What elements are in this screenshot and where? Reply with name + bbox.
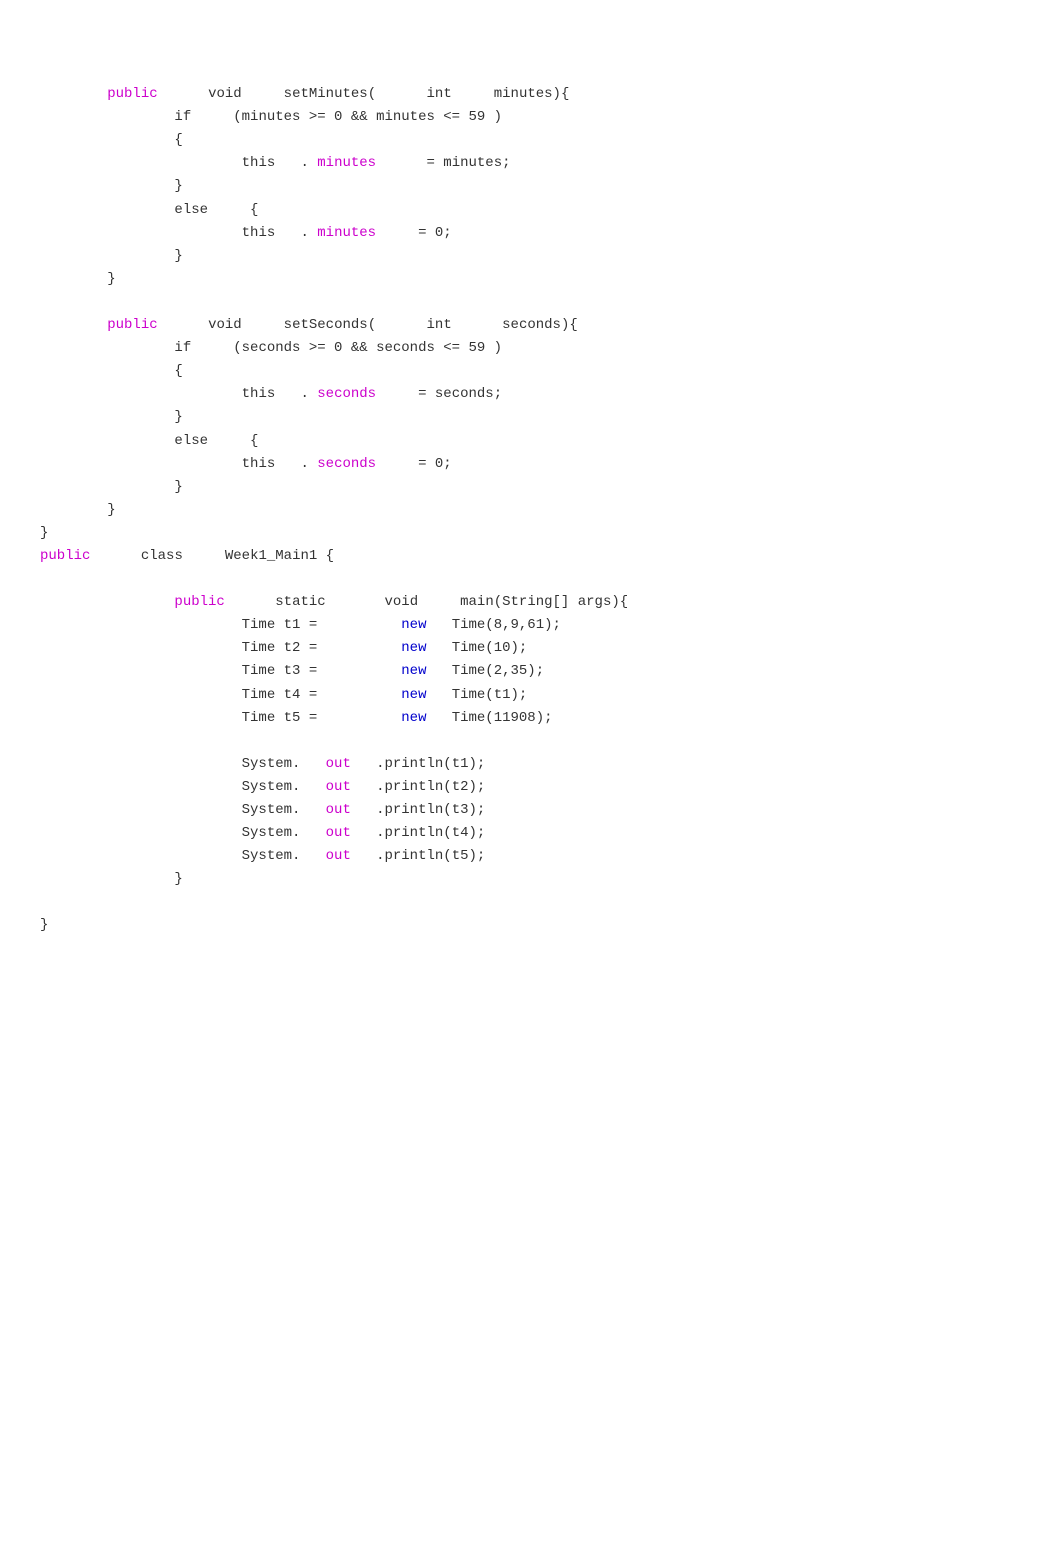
field-seconds-2: seconds (317, 456, 376, 472)
code-block: public void setMinutes( int minutes){ if… (40, 60, 1022, 938)
keyword-public-1: public (107, 86, 157, 102)
keyword-out-1: out (326, 756, 351, 772)
keyword-new-2: new (401, 640, 426, 656)
keyword-else-2: else (174, 433, 208, 449)
keyword-out-2: out (326, 779, 351, 795)
keyword-public-3: public (40, 548, 90, 564)
field-minutes-2: minutes (317, 225, 376, 241)
keyword-this-4: this (242, 456, 276, 472)
keyword-new-3: new (401, 663, 426, 679)
keyword-public-4: public (174, 594, 224, 610)
keyword-else-1: else (174, 202, 208, 218)
keyword-int-1: int (427, 86, 452, 102)
keyword-void-1: void (208, 86, 242, 102)
keyword-out-4: out (326, 825, 351, 841)
keyword-if-2: if (174, 340, 191, 356)
keyword-this-2: this (242, 225, 276, 241)
keyword-this-3: this (242, 386, 276, 402)
field-minutes-1: minutes (317, 155, 376, 171)
field-seconds-1: seconds (317, 386, 376, 402)
keyword-int-2: int (427, 317, 452, 333)
keyword-void-2: void (208, 317, 242, 333)
keyword-out-3: out (326, 802, 351, 818)
keyword-this-1: this (242, 155, 276, 171)
keyword-new-5: new (401, 710, 426, 726)
keyword-void-3: void (385, 594, 419, 610)
keyword-public-2: public (107, 317, 157, 333)
keyword-static-1: static (275, 594, 325, 610)
keyword-out-5: out (326, 848, 351, 864)
keyword-if-1: if (174, 109, 191, 125)
keyword-new-4: new (401, 687, 426, 703)
keyword-new-1: new (401, 617, 426, 633)
keyword-class-1: class (141, 548, 183, 564)
